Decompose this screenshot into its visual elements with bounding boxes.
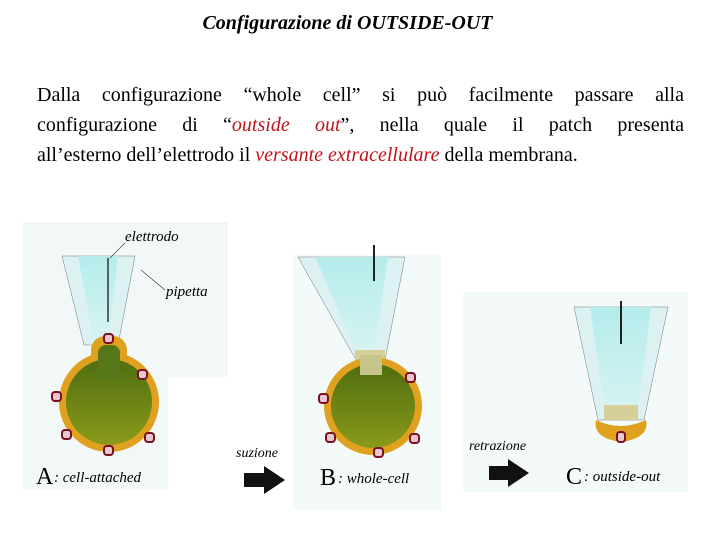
panel-b-letter: B [320, 465, 336, 491]
panel-c-letter: C [566, 464, 582, 490]
panel-a-letter: A [36, 464, 54, 490]
label-pipette: pipetta [165, 284, 208, 300]
arrow-retraction-label: retrazione [469, 439, 526, 454]
arrow-suction-label: suzione [236, 446, 278, 461]
panel-c-label: : outside-out [584, 469, 661, 485]
arrow-right-icon [244, 466, 285, 494]
label-electrode: elettrodo [125, 229, 179, 245]
panel-a-label: : cell-attached [54, 470, 142, 486]
patch-clamp-figure: elettrodo pipetta A : cell-attached suzi… [23, 222, 688, 510]
panel-b-label: : whole-cell [338, 471, 409, 487]
